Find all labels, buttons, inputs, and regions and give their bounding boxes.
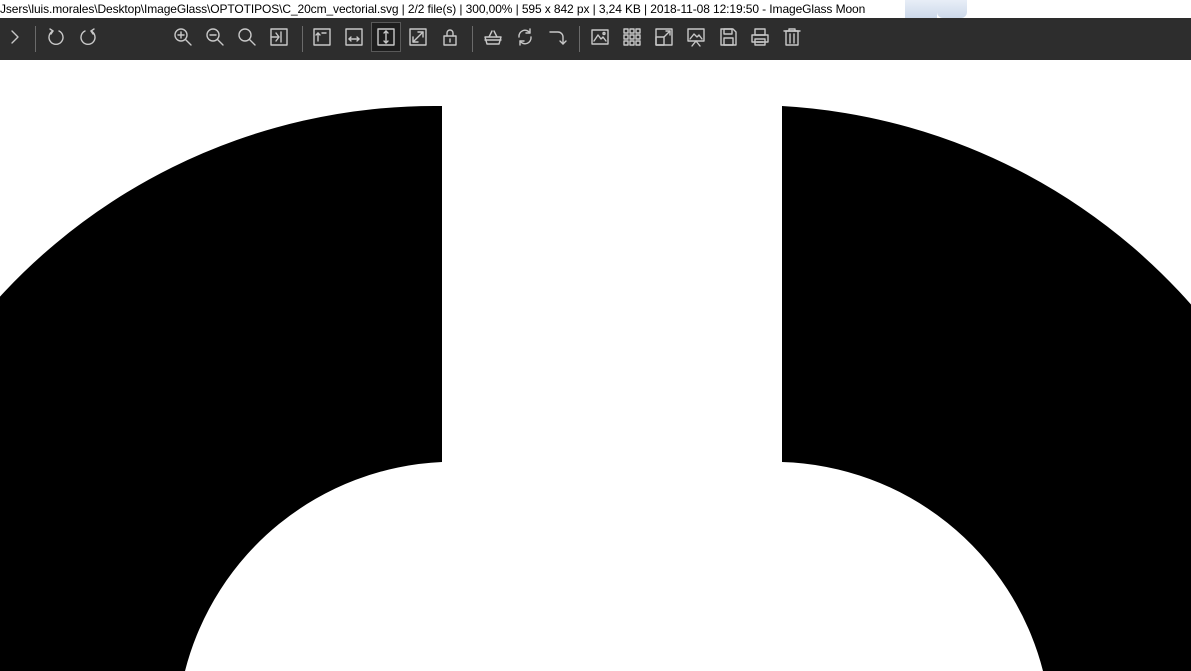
image-viewer-canvas[interactable] [0,60,1191,671]
scale-fit-icon[interactable] [339,22,369,52]
slideshow-icon[interactable] [681,22,711,52]
auto-zoom-icon[interactable] [264,22,294,52]
grid-icon[interactable] [617,22,647,52]
title-bar-glass-button [937,0,967,18]
toolbar-separator [579,26,580,52]
trash-icon[interactable] [777,22,807,52]
fullscreen-icon[interactable] [649,22,679,52]
toolbar-separator [302,26,303,52]
scale-width-icon[interactable] [307,22,337,52]
refresh-icon[interactable] [510,22,540,52]
basket-icon[interactable] [478,22,508,52]
window-title: Jsers\luis.morales\Desktop\ImageGlass\OP… [0,2,866,16]
magnifier-icon[interactable] [232,22,262,52]
rotate-right-icon[interactable] [73,22,103,52]
zoom-out-icon[interactable] [200,22,230,52]
chevron-right-icon[interactable] [0,22,30,52]
zoom-in-icon[interactable] [168,22,198,52]
title-bar-glass [905,0,937,18]
goto-icon[interactable] [542,22,572,52]
landolt-c-ring [0,105,1191,671]
rotate-left-icon[interactable] [41,22,71,52]
save-icon[interactable] [713,22,743,52]
print-icon[interactable] [745,22,775,52]
image-icon[interactable] [585,22,615,52]
scale-fill-icon[interactable] [403,22,433,52]
svg-image [0,105,1191,671]
title-bar: Jsers\luis.morales\Desktop\ImageGlass\OP… [0,0,1191,18]
scale-height-icon[interactable] [371,22,401,52]
toolbar-separator [35,26,36,52]
lock-icon[interactable] [435,22,465,52]
toolbar-separator [472,26,473,52]
toolbar [0,18,1191,60]
